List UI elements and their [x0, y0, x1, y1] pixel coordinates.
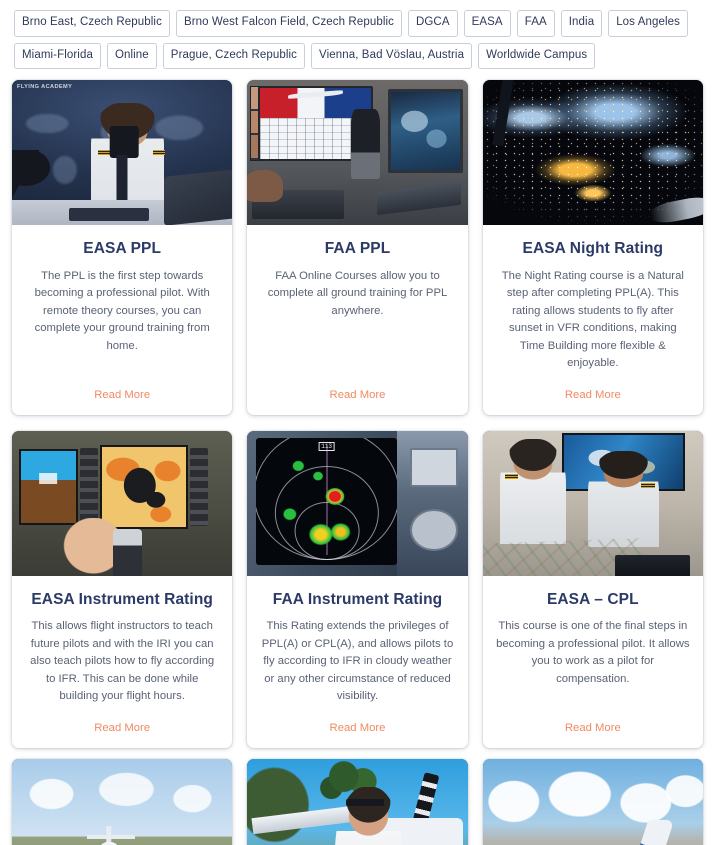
course-card-description: This Rating extends the privileges of PP… [261, 620, 454, 703]
course-card-body: EASA – CPL This course is one of the fin… [483, 576, 703, 748]
course-card-image: FLYING ACADEMY [12, 80, 233, 225]
filter-chip-easa[interactable]: EASA [463, 10, 511, 37]
course-card-grid: FLYING ACADEMY EASA PPL The PPL is the f… [0, 80, 715, 748]
course-card-title: FAA Instrument Rating [272, 590, 443, 608]
course-card-title: EASA – CPL [546, 590, 639, 608]
course-card-body: EASA PPL The PPL is the first step towar… [12, 225, 232, 415]
filter-chip-prague[interactable]: Prague, Czech Republic [162, 42, 306, 69]
filter-chip-los-angeles[interactable]: Los Angeles [608, 10, 688, 37]
course-card[interactable]: EASA – CPL This course is one of the fin… [482, 430, 703, 748]
course-card-body: EASA Instrument Rating This allows fligh… [12, 576, 232, 748]
filter-chip-bar: Brno East, Czech Republic Brno West Falc… [0, 0, 715, 69]
course-card-description: The Night Rating course is a Natural ste… [501, 269, 684, 370]
radar-heading-readout: 113 [318, 441, 336, 451]
flying-academy-watermark: FLYING ACADEMY [17, 84, 73, 90]
course-card-title: EASA PPL [83, 240, 162, 257]
course-card-description: FAA Online Courses allow you to complete… [267, 269, 448, 317]
course-card-body: FAA PPL FAA Online Courses allow you to … [247, 225, 467, 415]
filter-chip-dgca[interactable]: DGCA [407, 10, 458, 37]
course-card-image [247, 758, 468, 845]
read-more-link[interactable]: Read More [496, 373, 690, 401]
course-card[interactable]: EASA Night Rating The Night Rating cours… [482, 80, 703, 415]
read-more-link[interactable]: Read More [260, 706, 454, 734]
course-card-image [12, 430, 233, 576]
course-card-title: EASA Night Rating [522, 240, 664, 257]
filter-chip-online[interactable]: Online [106, 42, 157, 69]
filter-chip-vienna-bad-voslau[interactable]: Vienna, Bad Vöslau, Austria [311, 42, 473, 69]
course-card-description: This allows flight instructors to teach … [30, 620, 215, 703]
course-card[interactable]: 113 FAA Instrument Rating This Rating ex… [247, 430, 468, 748]
filter-chip-miami-florida[interactable]: Miami-Florida [14, 42, 101, 69]
course-card-image [247, 80, 468, 225]
course-card[interactable]: FAA PPL FAA Online Courses allow you to … [247, 80, 468, 415]
course-card-body: FAA Instrument Rating This Rating extend… [247, 576, 467, 748]
filter-chip-worldwide-campus[interactable]: Worldwide Campus [478, 42, 596, 69]
course-card[interactable] [247, 758, 468, 845]
course-card-title: FAA PPL [324, 240, 391, 257]
course-card-description: This course is one of the final steps in… [496, 620, 690, 685]
course-card[interactable] [482, 758, 703, 845]
course-card-grid-row-three [0, 758, 715, 845]
course-card-image [482, 430, 703, 576]
filter-chip-brno-east[interactable]: Brno East, Czech Republic [14, 10, 170, 37]
read-more-link[interactable]: Read More [496, 706, 690, 734]
read-more-link[interactable]: Read More [25, 706, 219, 734]
filter-chip-faa[interactable]: FAA [516, 10, 555, 37]
course-card-body: EASA Night Rating The Night Rating cours… [483, 225, 703, 415]
course-card[interactable]: FLYING ACADEMY EASA PPL The PPL is the f… [12, 80, 233, 415]
filter-chip-india[interactable]: India [560, 10, 603, 37]
course-catalog-page: Brno East, Czech Republic Brno West Falc… [0, 0, 715, 845]
course-card-image [12, 758, 233, 845]
course-card-image: 113 [247, 430, 468, 576]
course-card[interactable] [12, 758, 233, 845]
course-card-title: EASA Instrument Rating [31, 590, 213, 608]
read-more-link[interactable]: Read More [260, 373, 454, 401]
filter-chip-brno-west-falcon-field[interactable]: Brno West Falcon Field, Czech Republic [175, 10, 402, 37]
course-card-description: The PPL is the first step towards becomi… [34, 269, 210, 352]
course-card-image [482, 758, 703, 845]
course-card-image [482, 80, 703, 225]
read-more-link[interactable]: Read More [25, 373, 219, 401]
course-card[interactable]: EASA Instrument Rating This allows fligh… [12, 430, 233, 748]
